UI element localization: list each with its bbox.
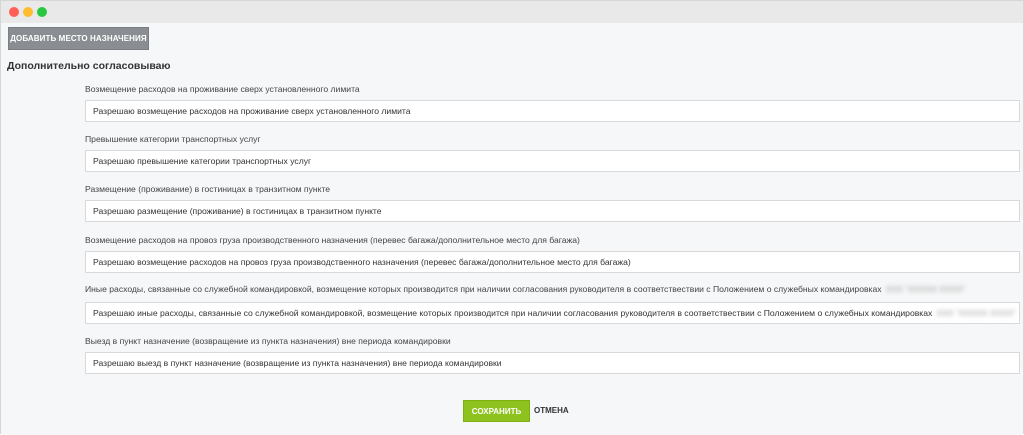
field-label-travel-outside-period: Выезд в пункт назначение (возвращение из… <box>85 336 451 346</box>
redacted-text: ХХХ "ХХХХХ ХХХХ" <box>885 284 966 294</box>
save-button[interactable]: СОХРАНИТЬ <box>463 400 530 422</box>
field-label-cargo-expenses: Возмещение расходов на провоз груза прои… <box>85 235 580 245</box>
field-value: Разрешаю возмещение расходов на проживан… <box>93 106 411 116</box>
field-input-travel-outside-period[interactable]: Разрешаю выезд в пункт назначение (возвр… <box>85 352 1020 374</box>
redacted-text: ХХХ "ХХХХХ ХХХХ" <box>936 308 1017 318</box>
field-input-cargo-expenses[interactable]: Разрешаю возмещение расходов на провоз г… <box>85 251 1020 273</box>
add-destination-button[interactable]: ДОБАВИТЬ МЕСТО НАЗНАЧЕНИЯ <box>8 27 149 50</box>
minimize-window-icon[interactable] <box>23 7 33 17</box>
field-label-accommodation-limit: Возмещение расходов на проживание сверх … <box>85 84 360 94</box>
field-label-other-expenses: Иные расходы, связанные со служебной ком… <box>85 284 965 294</box>
maximize-window-icon[interactable] <box>37 7 47 17</box>
window-titlebar <box>1 1 1023 23</box>
field-label-transit-hotel: Размещение (проживание) в гостиницах в т… <box>85 184 331 194</box>
field-input-transport-category[interactable]: Разрешаю превышение категории транспортн… <box>85 150 1020 172</box>
cancel-button[interactable]: ОТМЕНА <box>534 406 569 415</box>
field-input-accommodation-limit[interactable]: Разрешаю возмещение расходов на проживан… <box>85 100 1020 122</box>
field-value: Разрешаю превышение категории транспортн… <box>93 156 312 166</box>
field-label-text: Иные расходы, связанные со служебной ком… <box>85 284 882 294</box>
field-value: Разрешаю возмещение расходов на провоз г… <box>93 257 631 267</box>
field-value: Разрешаю иные расходы, связанные со служ… <box>93 308 933 318</box>
form-content: ДОБАВИТЬ МЕСТО НАЗНАЧЕНИЯ Дополнительно … <box>1 23 1023 435</box>
close-window-icon[interactable] <box>9 7 19 17</box>
field-label-transport-category: Превышение категории транспортных услуг <box>85 134 261 144</box>
field-value: Разрешаю выезд в пункт назначение (возвр… <box>93 358 502 368</box>
field-input-transit-hotel[interactable]: Разрешаю размещение (проживание) в гости… <box>85 200 1020 222</box>
browser-window: ДОБАВИТЬ МЕСТО НАЗНАЧЕНИЯ Дополнительно … <box>0 0 1024 435</box>
field-value: Разрешаю размещение (проживание) в гости… <box>93 206 382 216</box>
field-input-other-expenses[interactable]: Разрешаю иные расходы, связанные со служ… <box>85 302 1020 324</box>
section-title: Дополнительно согласовываю <box>7 60 171 72</box>
